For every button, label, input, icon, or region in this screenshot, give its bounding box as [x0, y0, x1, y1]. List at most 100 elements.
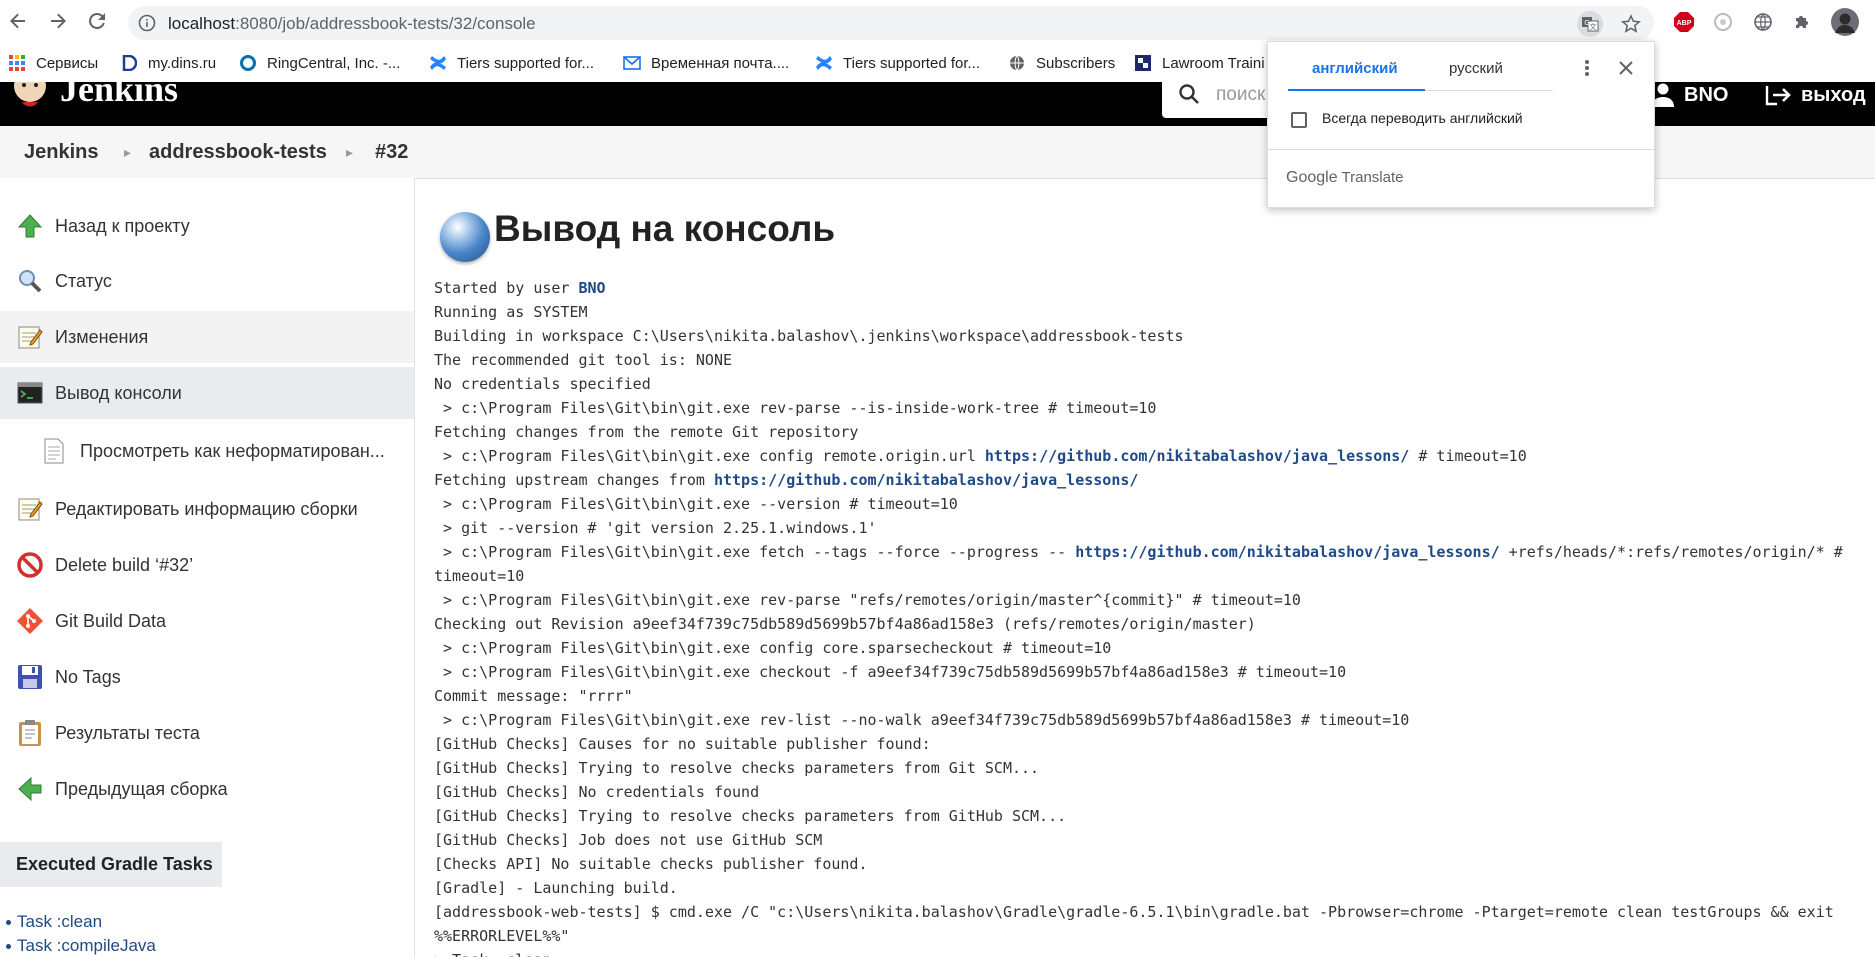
console-line: [Checks API] No suitable checks publishe…: [434, 852, 1874, 876]
console-link[interactable]: BNO: [579, 279, 606, 297]
breadcrumb-job[interactable]: addressbook-tests: [149, 141, 327, 164]
gradle-task-clean[interactable]: Task :clean: [6, 912, 102, 932]
divider: [1268, 149, 1654, 150]
sidebar-item-view-plain-text[interactable]: Просмотреть как неформатирован...: [0, 425, 414, 477]
address-bar[interactable]: localhost:8080/job/addressbook-tests/32/…: [128, 6, 1654, 40]
star-icon[interactable]: [1618, 11, 1644, 37]
search-input[interactable]: поиск: [1216, 84, 1265, 106]
url-text: localhost:8080/job/addressbook-tests/32/…: [168, 14, 536, 33]
sidebar-item-git-build-data[interactable]: Git Build Data: [0, 595, 414, 647]
console-line: > c:\Program Files\Git\bin\git.exe confi…: [434, 444, 1874, 468]
console-line: Fetching changes from the remote Git rep…: [434, 420, 1874, 444]
console-text: # timeout=10: [1409, 447, 1527, 465]
tab-english[interactable]: английский: [1312, 60, 1398, 77]
chevron-right-icon[interactable]: ▸: [124, 144, 131, 161]
console-text: > c:\Program Files\Git\bin\git.exe rev-p…: [434, 591, 1301, 609]
sidebar-item-previous-build[interactable]: Предыдущая сборка: [0, 763, 414, 815]
apps-icon: [8, 54, 26, 72]
build-status-ball-icon: [440, 212, 490, 262]
logout-link[interactable]: выход: [1765, 82, 1866, 108]
breadcrumb-build[interactable]: #32: [375, 141, 408, 164]
console-text: Commit message: "rrrr": [434, 687, 633, 705]
gradle-task-compilejava[interactable]: Task :compileJava: [6, 936, 156, 956]
console-line: > git --version # 'git version 2.25.1.wi…: [434, 516, 1874, 540]
sidebar-item-delete-build[interactable]: Delete build ‘#32’: [0, 539, 414, 591]
console-text: > c:\Program Files\Git\bin\git.exe rev-l…: [434, 711, 1410, 729]
document-icon: [40, 437, 68, 465]
bookmark-tiers-1[interactable]: Tiers supported for...: [429, 53, 594, 73]
tab-russian[interactable]: русский: [1449, 60, 1503, 77]
profile-avatar[interactable]: [1831, 8, 1859, 36]
bookmark-apps[interactable]: Сервисы: [8, 53, 98, 73]
console-text: > c:\Program Files\Git\bin\git.exe confi…: [434, 447, 985, 465]
more-vert-icon[interactable]: [1575, 56, 1599, 80]
close-icon[interactable]: [1614, 56, 1638, 80]
back-icon[interactable]: [5, 8, 31, 34]
translate-popup: английский русский Всегда переводить анг…: [1267, 41, 1655, 208]
logout-label: выход: [1801, 83, 1866, 106]
extension-icon[interactable]: [1711, 10, 1735, 34]
console-line: The recommended git tool is: NONE: [434, 348, 1874, 372]
console-text: [GitHub Checks] Trying to resolve checks…: [434, 759, 1040, 777]
console-text: Fetching changes from the remote Git rep…: [434, 423, 859, 441]
console-line: > c:\Program Files\Git\bin\git.exe confi…: [434, 636, 1874, 660]
user-link[interactable]: BNO: [1652, 82, 1728, 108]
console-line: %%ERRORLEVEL%%": [434, 924, 1874, 948]
sidebar-item-test-results[interactable]: Результаты теста: [0, 707, 414, 759]
bookmark-temp-mail[interactable]: Временная почта....: [623, 53, 789, 73]
forward-icon[interactable]: [45, 8, 71, 34]
console-text: [GitHub Checks] Trying to resolve checks…: [434, 807, 1067, 825]
sidebar-item-edit-build-info[interactable]: Редактировать информацию сборки: [0, 483, 414, 535]
svg-text:G: G: [1584, 19, 1589, 27]
sidebar-item-status[interactable]: Статус: [0, 255, 414, 307]
jenkins-logo-text[interactable]: Jenkins: [60, 82, 178, 110]
console-output: Started by user BNO Running as SYSTEM Buil…: [434, 276, 1874, 957]
jenkins-logo-icon[interactable]: [10, 82, 50, 114]
sidebar-item-back-to-project[interactable]: Назад к проекту: [0, 200, 414, 252]
globe-icon: [1008, 54, 1026, 72]
bookmark-ringcentral[interactable]: RingCentral, Inc. -...: [239, 53, 400, 73]
console-text: Running as SYSTEM: [434, 303, 588, 321]
globe-icon[interactable]: [1751, 10, 1775, 34]
translate-icon[interactable]: 文G: [1577, 11, 1603, 37]
console-text: No credentials specified: [434, 375, 651, 393]
google-translate-logo: Google Translate: [1286, 169, 1404, 186]
console-line: timeout=10: [434, 564, 1874, 588]
user-icon: [1652, 83, 1674, 107]
bookmark-subscribers[interactable]: Subscribers: [1008, 53, 1115, 73]
always-translate-checkbox[interactable]: [1291, 112, 1307, 128]
chevron-right-icon[interactable]: ▸: [346, 144, 353, 161]
console-link[interactable]: https://github.com/nikitabalashov/java_l…: [985, 447, 1409, 465]
always-translate-label: Всегда переводить английский: [1322, 110, 1523, 126]
ringcentral-icon: [239, 54, 257, 72]
bookmark-tiers-2[interactable]: Tiers supported for...: [815, 53, 980, 73]
info-icon[interactable]: [138, 14, 156, 32]
console-text: > c:\Program Files\Git\bin\git.exe fetch…: [434, 543, 1076, 561]
sidebar-item-no-tags[interactable]: No Tags: [0, 651, 414, 703]
abp-icon[interactable]: ABP: [1672, 10, 1696, 34]
console-link[interactable]: https://github.com/nikitabalashov/java_l…: [1075, 543, 1499, 561]
search-box[interactable]: поиск: [1162, 82, 1272, 118]
console-line: No credentials specified: [434, 372, 1874, 396]
console-line: > c:\Program Files\Git\bin\git.exe rev-p…: [434, 396, 1874, 420]
console-text: The recommended git tool is: NONE: [434, 351, 733, 369]
console-line: Started by user BNO: [434, 276, 1874, 300]
puzzle-icon[interactable]: [1790, 10, 1814, 34]
sidebar-item-changes[interactable]: Изменения: [0, 311, 414, 363]
console-line: > c:\Program Files\Git\bin\git.exe fetch…: [434, 540, 1874, 564]
console-link[interactable]: https://github.com/nikitabalashov/java_l…: [714, 471, 1138, 489]
console-text: > c:\Program Files\Git\bin\git.exe --ver…: [434, 495, 958, 513]
reload-icon[interactable]: [84, 8, 110, 34]
console-text: Building in workspace C:\Users\nikita.ba…: [434, 327, 1184, 345]
console-line: [GitHub Checks] Causes for no suitable p…: [434, 732, 1874, 756]
console-text: [addressbook-web-tests] $ cmd.exe /C "c:…: [434, 903, 1834, 921]
console-text: +refs/heads/*:refs/remotes/origin/* #: [1499, 543, 1843, 561]
console-line: [GitHub Checks] Trying to resolve checks…: [434, 804, 1874, 828]
bookmark-dins[interactable]: my.dins.ru: [120, 53, 216, 73]
console-line: > c:\Program Files\Git\bin\git.exe rev-l…: [434, 708, 1874, 732]
active-tab-indicator: [1288, 89, 1425, 91]
breadcrumb-jenkins[interactable]: Jenkins: [24, 141, 98, 164]
bookmark-lawroom[interactable]: Lawroom Traini: [1134, 53, 1265, 73]
sidebar-item-console-output[interactable]: Вывод консоли: [0, 367, 414, 419]
console-text: [GitHub Checks] Causes for no suitable p…: [434, 735, 931, 753]
